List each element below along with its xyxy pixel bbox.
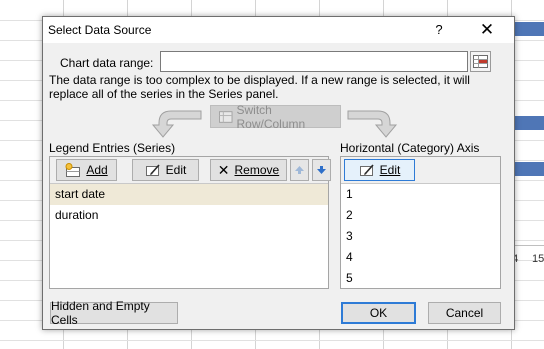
series-item-start-date[interactable]: start date [50, 184, 328, 205]
ok-label: OK [369, 306, 388, 320]
range-message: The data range is too complex to be disp… [49, 73, 470, 101]
cancel-button[interactable]: Cancel [428, 302, 501, 324]
move-up-button[interactable] [290, 159, 309, 181]
category-item[interactable]: 5 [341, 268, 500, 289]
title-bar: Select Data Source ? ✕ [43, 17, 514, 43]
collapse-range-button[interactable] [470, 51, 491, 72]
range-select-icon [473, 55, 488, 68]
category-toolbar: Edit [341, 157, 500, 184]
edit-category-icon [359, 164, 374, 176]
switch-row-column-label: Switch Row/Column [236, 102, 306, 131]
move-up-arrow-icon [295, 166, 304, 174]
series-list: start date duration [50, 184, 328, 288]
add-series-button[interactable]: Add [56, 159, 117, 181]
legend-entries-panel: Add Edit ✕ Remove start date duration [49, 156, 331, 289]
category-item[interactable]: 4 [341, 247, 500, 268]
legend-entries-label: Legend Entries (Series) [49, 141, 176, 155]
axis-tick-label: 15 [532, 253, 544, 265]
remove-x-icon: ✕ [217, 162, 230, 178]
chart-data-range-input[interactable] [160, 51, 468, 72]
close-button[interactable]: ✕ [471, 19, 503, 41]
remove-series-label: Remove [234, 163, 280, 177]
curved-arrow-left-icon [151, 110, 202, 138]
category-item[interactable]: 2 [341, 205, 500, 226]
help-button[interactable]: ? [425, 19, 453, 41]
add-series-label: Add [86, 163, 108, 177]
legend-toolbar: Add Edit ✕ Remove [50, 157, 331, 184]
curved-arrow-right-icon [347, 110, 398, 138]
hidden-empty-cells-label: Hidden and Empty Cells [51, 299, 150, 327]
category-item[interactable]: 3 [341, 226, 500, 247]
category-axis-panel: Edit 1 2 3 4 5 [340, 156, 501, 289]
row-gridline [0, 340, 544, 341]
move-down-button[interactable] [312, 159, 331, 181]
series-item-duration[interactable]: duration [50, 205, 328, 226]
edit-series-icon [145, 164, 160, 176]
switch-row-column-button[interactable]: Switch Row/Column [210, 102, 341, 131]
category-list: 1 2 3 4 5 [341, 184, 500, 288]
hidden-empty-cells-button[interactable]: Hidden and Empty Cells [50, 299, 178, 327]
ok-button[interactable]: OK [341, 302, 416, 324]
move-down-arrow-icon [317, 166, 326, 174]
add-series-icon [65, 163, 81, 177]
edit-series-button[interactable]: Edit [132, 159, 199, 181]
select-data-source-dialog: Select Data Source ? ✕ Chart data range:… [42, 16, 515, 330]
edit-series-label: Edit [165, 163, 187, 177]
chart-data-range-label: Chart data range: [60, 56, 154, 70]
dialog-title: Select Data Source [48, 23, 152, 37]
category-item[interactable]: 1 [341, 184, 500, 205]
cancel-label: Cancel [445, 306, 484, 320]
switch-row-column-icon [219, 110, 233, 123]
remove-series-button[interactable]: ✕ Remove [210, 159, 287, 181]
edit-category-labels-button[interactable]: Edit [344, 159, 415, 181]
edit-category-label: Edit [379, 163, 401, 177]
